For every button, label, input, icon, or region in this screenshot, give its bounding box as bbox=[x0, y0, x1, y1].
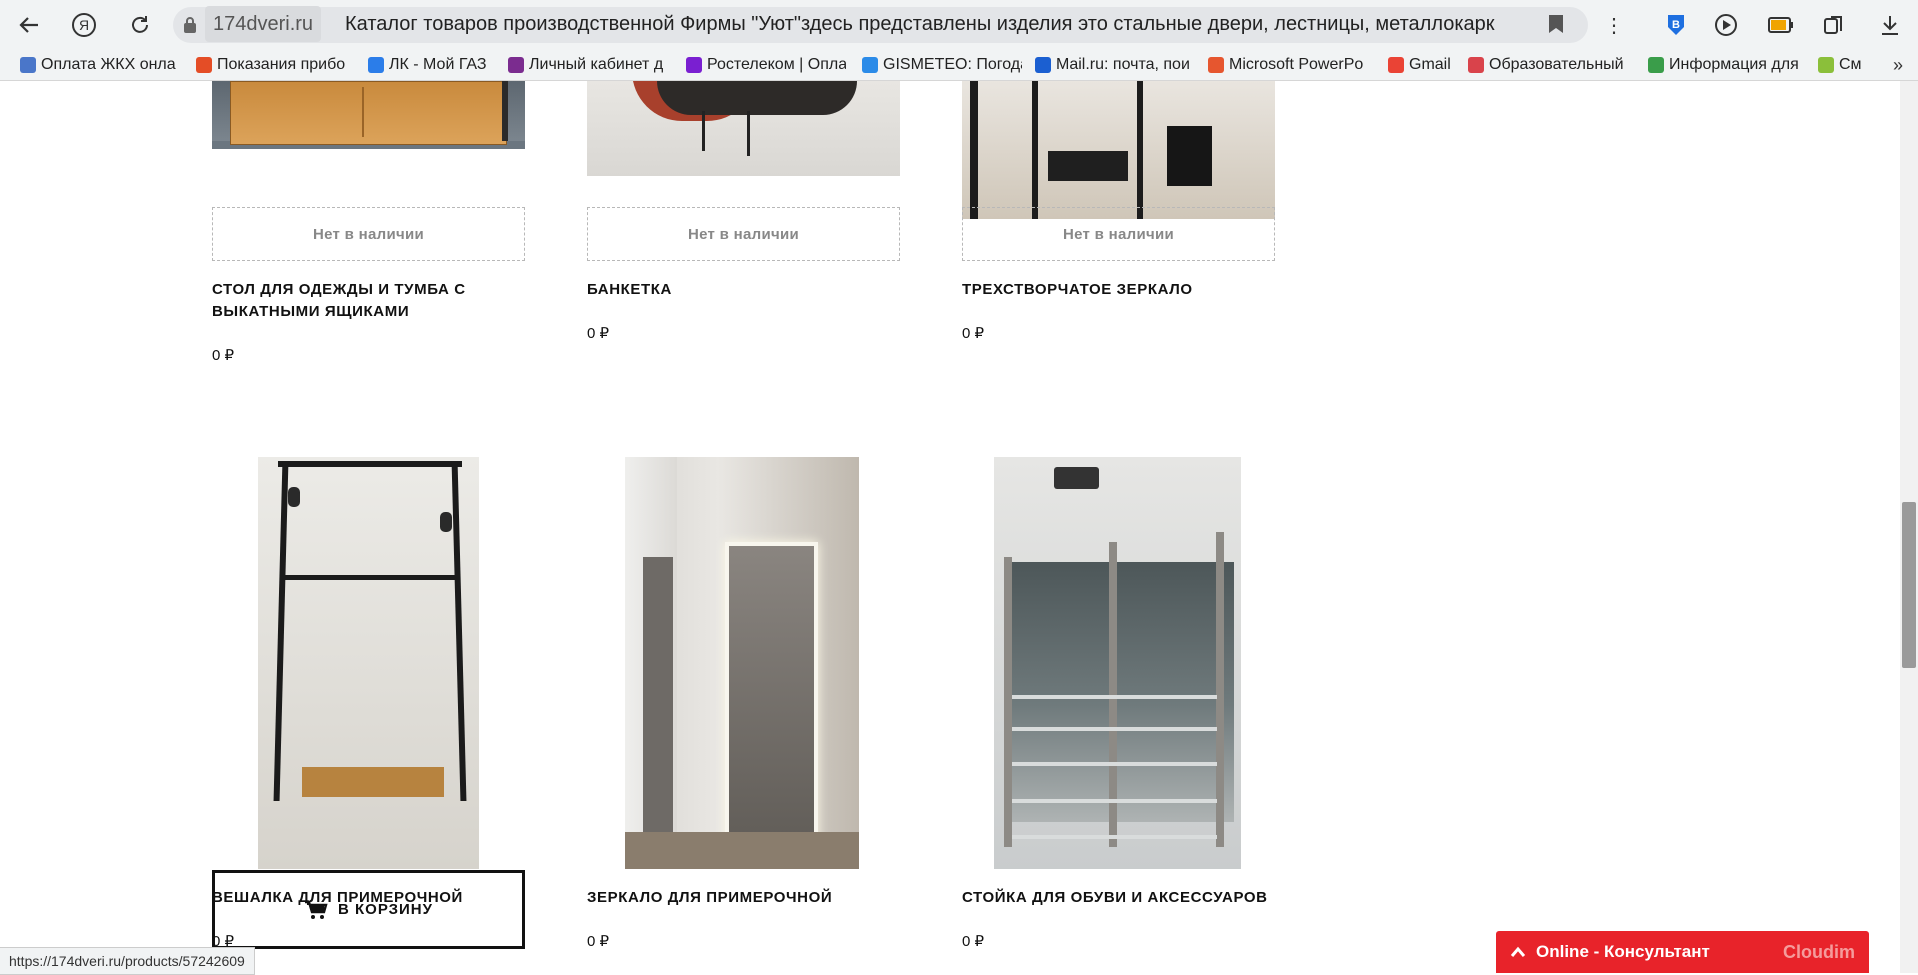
bookmark-label: Оплата ЖКХ онла bbox=[41, 56, 176, 73]
bookmark-favicon-icon bbox=[368, 57, 384, 73]
consultant-label: Online - Консультант bbox=[1536, 942, 1710, 961]
bookmarks-bar: Оплата ЖКХ онла Показания прибо ЛК - Мой Г… bbox=[0, 50, 1918, 81]
product-price: 0 ₽ bbox=[587, 325, 610, 342]
out-of-stock-button[interactable]: Нет в наличии bbox=[587, 207, 900, 261]
bookmark-item[interactable]: Mail.ru: почта, пои bbox=[1035, 55, 1195, 75]
bookmark-item[interactable]: Ростелеком | Опла bbox=[686, 55, 846, 75]
yandex-icon[interactable]: Я bbox=[68, 9, 100, 41]
domain-label[interactable]: 174dveri.ru bbox=[205, 6, 322, 42]
product-name[interactable]: ТРЕХСТВОРЧАТОЕ ЗЕРКАЛО bbox=[962, 279, 1262, 301]
bookmark-favicon-icon bbox=[862, 57, 878, 73]
scrollbar-thumb[interactable] bbox=[1902, 502, 1916, 668]
reload-icon[interactable] bbox=[124, 9, 156, 41]
bookmark-item[interactable]: Личный кабинет д bbox=[508, 55, 668, 75]
out-of-stock-button[interactable]: Нет в наличии bbox=[212, 207, 525, 261]
bookmark-label: Microsoft PowerPo bbox=[1229, 56, 1364, 73]
svg-text:B: B bbox=[1672, 19, 1680, 31]
media-play-icon[interactable] bbox=[1712, 11, 1740, 39]
bookmark-label: Образовательный bbox=[1489, 56, 1624, 73]
product-price: 0 ₽ bbox=[962, 933, 985, 950]
bookmark-favicon-icon bbox=[1035, 57, 1051, 73]
bookmark-item[interactable]: Информация для bbox=[1648, 55, 1798, 75]
page-title[interactable]: Каталог товаров производственной Фирмы "… bbox=[345, 6, 1495, 42]
extension-shield-icon[interactable]: B bbox=[1662, 11, 1690, 39]
menu-dots-icon[interactable]: ⋮ bbox=[1600, 11, 1628, 39]
product-price: 0 ₽ bbox=[212, 347, 235, 364]
bookmark-label: Ростелеком | Опла bbox=[707, 56, 846, 73]
bookmark-label: Информация для bbox=[1669, 56, 1798, 73]
bookmark-favicon-icon bbox=[686, 57, 702, 73]
battery-icon[interactable] bbox=[1767, 11, 1795, 39]
product-price: 0 ₽ bbox=[962, 325, 985, 342]
product-name[interactable]: БАНКЕТКА bbox=[587, 279, 887, 301]
status-url: https://174dveri.ru/products/57242609 bbox=[0, 947, 255, 975]
bookmark-label: Личный кабинет д bbox=[529, 56, 664, 73]
online-consultant-widget[interactable]: Online - Консультант Cloudim bbox=[1496, 931, 1869, 973]
consultant-brand: Cloudim bbox=[1783, 941, 1855, 962]
bookmark-label: Показания прибо bbox=[217, 56, 346, 73]
add-to-cart-button[interactable]: В КОРЗИНУ bbox=[212, 870, 525, 949]
bookmark-item[interactable]: ЛК - Мой ГАЗ bbox=[368, 55, 496, 75]
bookmark-item[interactable]: Microsoft PowerPo bbox=[1208, 55, 1368, 75]
product-price: 0 ₽ bbox=[587, 933, 610, 950]
back-icon[interactable] bbox=[13, 9, 45, 41]
bookmark-favicon-icon bbox=[196, 57, 212, 73]
bookmark-favicon-icon bbox=[1208, 57, 1224, 73]
bookmark-label: GISMETEO: Погода bbox=[883, 56, 1022, 73]
out-of-stock-button[interactable]: Нет в наличии bbox=[962, 207, 1275, 261]
browser-toolbar: Я 174dveri.ru Каталог товаров производст… bbox=[0, 0, 1918, 50]
bookmark-favicon-icon bbox=[508, 57, 524, 73]
bookmark-label: Gmail bbox=[1409, 56, 1451, 73]
product-image-fitting-mirror[interactable] bbox=[625, 457, 859, 869]
bookmark-item[interactable]: Показания прибо bbox=[196, 55, 352, 75]
bookmark-favicon-icon bbox=[20, 57, 36, 73]
bookmark-favicon-icon bbox=[1468, 57, 1484, 73]
product-name[interactable]: ЗЕРКАЛО ДЛЯ ПРИМЕРОЧНОЙ bbox=[587, 887, 907, 909]
bookmark-icon[interactable] bbox=[1548, 14, 1564, 39]
product-image-fitting-hanger[interactable] bbox=[258, 457, 479, 869]
bookmark-label: См bbox=[1839, 56, 1862, 73]
bookmark-item[interactable]: GISMETEO: Погода bbox=[862, 55, 1022, 75]
bookmark-item[interactable]: Образовательный bbox=[1468, 55, 1628, 75]
product-image-table[interactable] bbox=[212, 81, 525, 149]
bookmark-item[interactable]: Оплата ЖКХ онла bbox=[20, 55, 176, 75]
download-icon[interactable] bbox=[1876, 11, 1904, 39]
bookmark-label: Mail.ru: почта, пои bbox=[1056, 56, 1190, 73]
product-image-shoe-rack[interactable] bbox=[994, 457, 1241, 869]
svg-text:Я: Я bbox=[79, 17, 89, 33]
lock-icon bbox=[183, 16, 197, 39]
product-name[interactable]: СТОЙКА ДЛЯ ОБУВИ И АКСЕССУАРОВ bbox=[962, 887, 1292, 909]
collections-icon[interactable] bbox=[1820, 11, 1848, 39]
product-name[interactable]: СТОЛ ДЛЯ ОДЕЖДЫ И ТУМБА С ВЫКАТНЫМИ ЯЩИК… bbox=[212, 279, 512, 323]
bookmark-item[interactable]: См bbox=[1818, 55, 1868, 75]
chevron-up-icon bbox=[1510, 946, 1526, 958]
bookmark-favicon-icon bbox=[1388, 57, 1404, 73]
product-image-bench[interactable] bbox=[587, 81, 900, 176]
bookmark-favicon-icon bbox=[1648, 57, 1664, 73]
bookmark-item[interactable]: Gmail bbox=[1388, 55, 1458, 75]
bookmark-favicon-icon bbox=[1818, 57, 1834, 73]
bookmarks-overflow-icon[interactable]: » bbox=[1884, 51, 1912, 79]
bookmark-label: ЛК - Мой ГАЗ bbox=[389, 56, 487, 73]
product-name[interactable]: ВЕШАЛКА ДЛЯ ПРИМЕРОЧНОЙ bbox=[212, 887, 532, 909]
product-image-triple-mirror[interactable] bbox=[962, 81, 1275, 219]
page-content: Нет в наличии Нет в наличии Нет в наличи… bbox=[0, 81, 1900, 973]
